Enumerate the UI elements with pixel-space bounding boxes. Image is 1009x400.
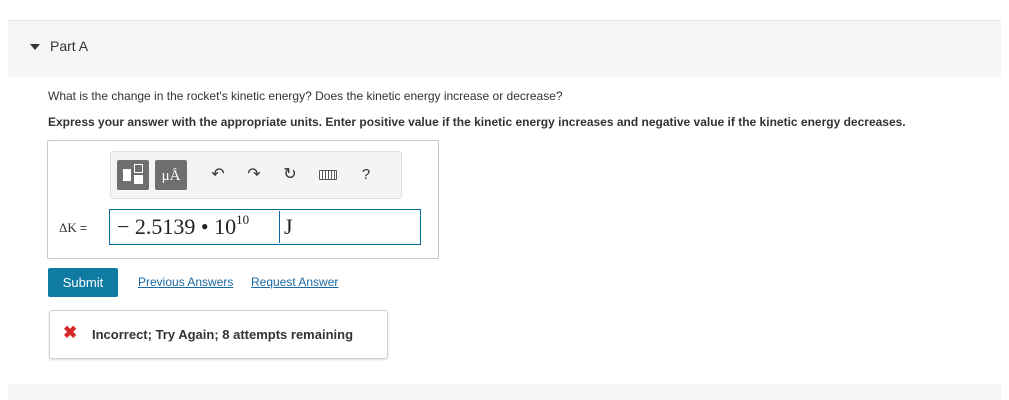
- answer-label: ΔK =: [59, 220, 87, 236]
- submit-button[interactable]: Submit: [48, 268, 118, 297]
- answer-instructions: Express your answer with the appropriate…: [48, 115, 906, 129]
- value-mantissa: − 2.5139: [117, 214, 196, 239]
- answer-equals: =: [80, 221, 88, 235]
- answer-input[interactable]: − 2.5139 • 1010 J: [109, 209, 421, 245]
- feedback-message: Incorrect; Try Again; 8 attempts remaini…: [92, 327, 354, 342]
- answer-variable: ΔK: [59, 220, 77, 235]
- templates-icon[interactable]: [117, 160, 149, 190]
- next-part-header: [8, 384, 1001, 400]
- collapse-triangle-icon[interactable]: [30, 44, 40, 50]
- part-header[interactable]: Part A: [8, 21, 1001, 77]
- units-icon[interactable]: μÅ: [155, 160, 187, 190]
- part-title: Part A: [50, 38, 89, 54]
- previous-answers-link[interactable]: Previous Answers: [138, 275, 233, 289]
- request-answer-link[interactable]: Request Answer: [251, 275, 338, 289]
- keyboard-icon[interactable]: [317, 162, 339, 188]
- question-text: What is the change in the rocket's kinet…: [48, 89, 563, 103]
- feedback-box: ✖ Incorrect; Try Again; 8 attempts remai…: [49, 310, 388, 359]
- value-base: 10: [214, 214, 237, 239]
- answer-panel: μÅ ↶ ↷ ↻ ? ΔK = − 2.5139 • 1010 J: [47, 140, 439, 259]
- answer-value: − 2.5139 • 1010: [117, 212, 250, 240]
- reset-icon[interactable]: ↻: [279, 162, 301, 188]
- help-icon[interactable]: ?: [355, 162, 377, 188]
- incorrect-x-icon: ✖: [63, 323, 78, 342]
- math-toolbar: μÅ ↶ ↷ ↻ ?: [110, 151, 402, 199]
- answer-unit-field[interactable]: J: [279, 211, 293, 243]
- redo-icon[interactable]: ↷: [243, 162, 265, 188]
- value-exponent: 10: [236, 212, 250, 227]
- value-times: •: [200, 214, 209, 239]
- undo-icon[interactable]: ↶: [207, 162, 229, 188]
